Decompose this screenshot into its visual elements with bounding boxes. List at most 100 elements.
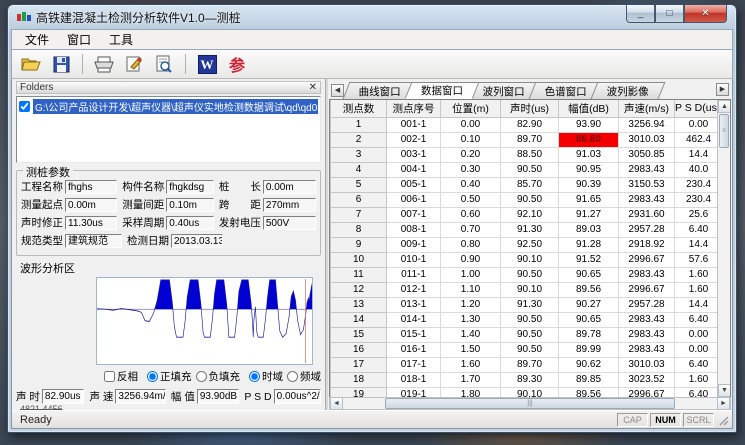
data-cell[interactable]: 018-1 [387, 372, 441, 387]
table-row[interactable]: 11011-11.0090.5090.652983.431.60 [331, 267, 718, 282]
row-number-cell[interactable]: 4 [331, 162, 387, 177]
row-number-cell[interactable]: 2 [331, 132, 387, 147]
table-row[interactable]: 16016-11.5090.5089.992983.430.00 [331, 342, 718, 357]
column-header[interactable]: 幅值(dB) [559, 100, 619, 117]
data-cell[interactable]: 3010.03 [619, 357, 675, 372]
data-cell[interactable]: 3010.03 [619, 132, 675, 147]
row-number-cell[interactable]: 12 [331, 282, 387, 297]
data-cell[interactable]: 013-1 [387, 297, 441, 312]
invert-checkbox-input[interactable] [104, 371, 115, 382]
data-cell[interactable]: 92.10 [501, 207, 559, 222]
horizontal-scroll-thumb[interactable]: ||| [385, 398, 675, 409]
column-header[interactable]: 测点数 [331, 100, 387, 117]
data-cell[interactable]: 008-1 [387, 222, 441, 237]
data-cell[interactable]: 462.4 [675, 132, 718, 147]
data-cell[interactable]: 93.90 [559, 117, 619, 132]
data-cell[interactable]: 89.70 [501, 132, 559, 147]
data-cell[interactable]: 92.50 [501, 237, 559, 252]
data-cell[interactable]: 89.03 [559, 222, 619, 237]
fillmode-radio-1-input[interactable] [196, 371, 207, 382]
data-cell[interactable]: 2983.43 [619, 267, 675, 282]
readout-value-field[interactable]: 0.00us^2/m [274, 389, 321, 404]
data-cell[interactable]: 6.40 [675, 222, 718, 237]
domainmode-radio-0-input[interactable] [249, 371, 260, 382]
data-cell[interactable]: 2931.60 [619, 207, 675, 222]
row-number-cell[interactable]: 5 [331, 177, 387, 192]
domainmode-radio-1-input[interactable] [287, 371, 298, 382]
data-cell[interactable]: 57.6 [675, 252, 718, 267]
scroll-down-icon[interactable]: ▼ [718, 384, 731, 397]
vertical-scroll-thumb[interactable]: ≡ [719, 114, 729, 148]
table-row[interactable]: 17017-11.6089.7090.623010.036.40 [331, 357, 718, 372]
data-cell[interactable]: 90.50 [501, 342, 559, 357]
data-cell[interactable]: 3023.52 [619, 372, 675, 387]
folders-listbox[interactable]: G:\公司产品设计开发\超声仪器\超声仪实地检测数据调试\qd\qd03\qd0… [16, 96, 321, 163]
data-cell[interactable]: 0.50 [441, 192, 501, 207]
scroll-up-icon[interactable]: ▲ [718, 100, 731, 113]
table-row[interactable]: 4004-10.3090.5090.952983.4340.0 [331, 162, 718, 177]
data-cell[interactable]: 3256.94 [619, 117, 675, 132]
data-cell[interactable]: 90.50 [501, 327, 559, 342]
invert-checkbox[interactable]: 反相 [104, 369, 138, 384]
data-cell[interactable]: 91.27 [559, 207, 619, 222]
fillmode-radio-1[interactable]: 负填充 [196, 369, 241, 384]
data-cell[interactable]: 89.56 [559, 387, 619, 397]
data-cell[interactable]: 0.90 [441, 252, 501, 267]
domainmode-radio-1[interactable]: 频域 [287, 369, 321, 384]
data-cell[interactable]: 0.60 [441, 207, 501, 222]
print-button[interactable] [91, 52, 117, 76]
data-cell[interactable]: 14.4 [675, 147, 718, 162]
table-row[interactable]: 3003-10.2088.5091.033050.8514.4 [331, 147, 718, 162]
row-number-cell[interactable]: 16 [331, 342, 387, 357]
data-cell[interactable]: 1.60 [675, 282, 718, 297]
data-cell[interactable]: 82.90 [501, 117, 559, 132]
data-cell[interactable]: 0.00 [675, 327, 718, 342]
data-cell[interactable]: 90.50 [501, 267, 559, 282]
data-cell[interactable]: 90.50 [501, 312, 559, 327]
row-number-cell[interactable]: 3 [331, 147, 387, 162]
data-cell[interactable]: 85.70 [501, 177, 559, 192]
tab-scroll-right-icon[interactable]: ▶ [716, 83, 729, 96]
data-cell[interactable]: 1.50 [441, 342, 501, 357]
table-row[interactable]: 14014-11.3090.5090.652983.436.40 [331, 312, 718, 327]
data-cell[interactable]: 1.60 [675, 267, 718, 282]
scroll-left-icon[interactable]: ◄ [330, 397, 343, 410]
data-cell[interactable]: 89.85 [559, 372, 619, 387]
data-cell[interactable]: 016-1 [387, 342, 441, 357]
data-cell[interactable]: 2957.28 [619, 222, 675, 237]
data-cell[interactable]: 019-1 [387, 387, 441, 397]
row-number-cell[interactable]: 14 [331, 312, 387, 327]
data-cell[interactable]: 1.00 [441, 267, 501, 282]
tab-scroll-left-icon[interactable]: ◀ [331, 84, 344, 97]
row-number-cell[interactable]: 11 [331, 267, 387, 282]
data-cell[interactable]: 14.4 [675, 297, 718, 312]
data-cell[interactable]: 90.39 [559, 177, 619, 192]
row-number-cell[interactable]: 1 [331, 117, 387, 132]
data-cell[interactable]: 005-1 [387, 177, 441, 192]
column-header[interactable]: 测点序号 [387, 100, 441, 117]
row-number-cell[interactable]: 8 [331, 222, 387, 237]
data-cell[interactable]: 88.50 [501, 147, 559, 162]
row-number-cell[interactable]: 7 [331, 207, 387, 222]
data-cell[interactable]: 91.65 [559, 192, 619, 207]
table-row[interactable]: 5005-10.4085.7090.393150.53230.4 [331, 177, 718, 192]
row-number-cell[interactable]: 10 [331, 252, 387, 267]
print-preview-button[interactable] [151, 52, 177, 76]
row-number-cell[interactable]: 9 [331, 237, 387, 252]
column-header[interactable]: 声速(m/s) [619, 100, 675, 117]
maximize-button[interactable]: □ [655, 5, 684, 23]
data-cell[interactable]: 90.50 [501, 162, 559, 177]
data-cell[interactable]: 40.0 [675, 162, 718, 177]
data-cell[interactable]: 90.62 [559, 357, 619, 372]
domainmode-radio-0[interactable]: 时域 [249, 369, 283, 384]
data-cell[interactable]: 001-1 [387, 117, 441, 132]
column-header[interactable]: 位置(m) [441, 100, 501, 117]
data-cell[interactable]: 90.65 [559, 267, 619, 282]
data-cell[interactable]: 91.52 [559, 252, 619, 267]
data-cell[interactable]: 89.78 [559, 327, 619, 342]
data-cell[interactable]: 0.00 [675, 117, 718, 132]
row-number-cell[interactable]: 13 [331, 297, 387, 312]
data-cell[interactable]: 2996.67 [619, 252, 675, 267]
fillmode-radio-0-input[interactable] [147, 371, 158, 382]
title-bar[interactable]: 高铁建混凝土检测分析软件V1.0—测桩 _ □ ✕ [11, 5, 733, 29]
